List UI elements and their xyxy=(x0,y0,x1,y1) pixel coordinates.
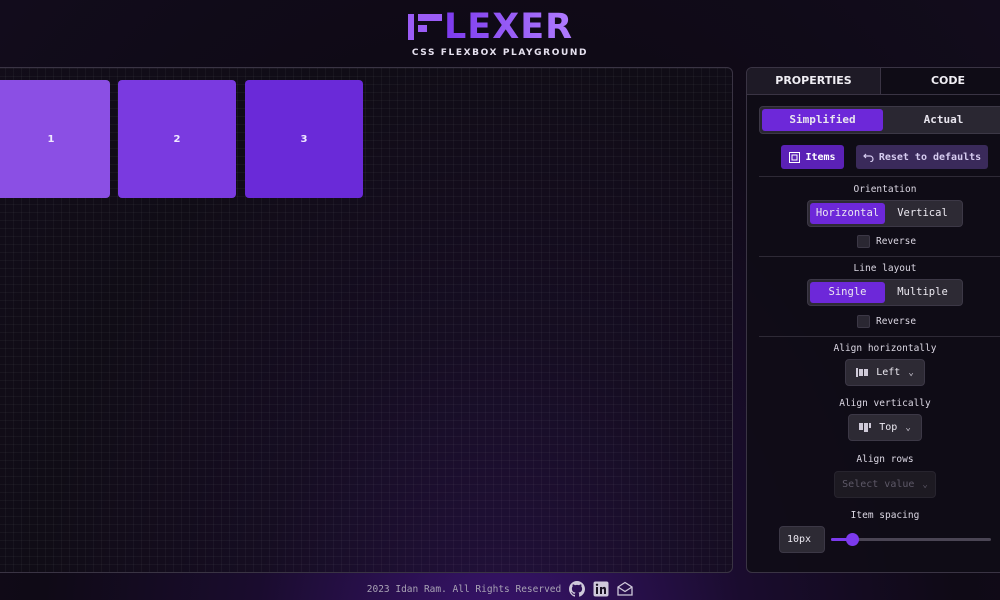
footer: 2023 Idan Ram. All Rights Reserved xyxy=(0,580,1000,598)
logo-text: LEXER xyxy=(444,7,574,47)
item-spacing-value: 10px xyxy=(787,534,812,545)
reset-defaults-label: Reset to defaults xyxy=(878,151,982,163)
tab-code[interactable]: CODE xyxy=(881,68,1000,94)
line-layout-label: Line layout xyxy=(853,263,917,274)
properties-panel: PROPERTIES CODE Simplified Actual Items … xyxy=(746,67,1000,573)
align-horizontally-select[interactable]: Left ⌄ xyxy=(845,359,925,386)
align-vertically-select[interactable]: Top ⌄ xyxy=(848,414,922,441)
items-button-label: Items xyxy=(805,151,836,163)
orientation-reverse-label: Reverse xyxy=(876,235,917,247)
align-top-icon xyxy=(859,423,872,432)
chevron-down-icon: ⌄ xyxy=(908,367,914,378)
orientation-toggle: Horizontal Vertical xyxy=(807,200,963,227)
action-row: Items Reset to defaults xyxy=(747,145,1000,169)
chevron-down-icon: ⌄ xyxy=(905,422,911,433)
app-subtitle: CSS FLEXBOX PLAYGROUND xyxy=(411,48,589,58)
square-icon xyxy=(789,151,801,163)
divider xyxy=(759,256,1000,257)
reset-defaults-button[interactable]: Reset to defaults xyxy=(856,145,988,169)
flex-item-1[interactable]: 1 xyxy=(0,80,110,198)
orientation-reverse-row: Reverse xyxy=(857,234,916,248)
align-vertically-label: Align vertically xyxy=(839,398,931,409)
item-spacing-input[interactable]: 10px xyxy=(779,526,825,553)
mode-simplified-button[interactable]: Simplified xyxy=(762,109,883,131)
flex-item-2[interactable]: 2 xyxy=(118,80,236,198)
undo-icon xyxy=(862,153,874,162)
chevron-down-icon: ⌄ xyxy=(922,479,928,490)
align-rows-select: Select value ⌄ xyxy=(834,471,936,498)
orientation-vertical-button[interactable]: Vertical xyxy=(885,203,960,224)
linkedin-icon[interactable] xyxy=(593,581,609,597)
align-vertically-value: Top xyxy=(879,422,898,433)
slider-thumb[interactable] xyxy=(845,533,859,546)
divider xyxy=(759,336,1000,337)
item-spacing-slider[interactable] xyxy=(831,533,991,546)
flex-item-label: 3 xyxy=(300,133,308,145)
mode-switch: Simplified Actual xyxy=(759,106,1000,134)
logo-mark-icon xyxy=(408,12,442,42)
align-left-icon xyxy=(856,368,869,377)
align-horizontally-value: Left xyxy=(876,367,901,378)
logo: LEXER xyxy=(408,8,592,46)
flex-preview-canvas: 1 2 3 xyxy=(0,67,733,573)
orientation-reverse-checkbox[interactable] xyxy=(857,234,870,248)
flex-item-label: 2 xyxy=(173,133,181,145)
divider xyxy=(759,176,1000,177)
orientation-label: Orientation xyxy=(853,184,917,195)
item-spacing-label: Item spacing xyxy=(850,510,920,521)
flex-item-label: 1 xyxy=(47,133,55,145)
items-button[interactable]: Items xyxy=(781,145,844,169)
line-layout-reverse-label: Reverse xyxy=(876,315,917,327)
mail-icon[interactable] xyxy=(617,581,633,597)
mode-actual-button[interactable]: Actual xyxy=(883,109,1000,131)
align-horizontally-label: Align horizontally xyxy=(833,343,937,354)
copyright-text: 2023 Idan Ram. All Rights Reserved xyxy=(366,583,562,595)
panel-tabs: PROPERTIES CODE xyxy=(747,68,1000,95)
line-layout-reverse-row: Reverse xyxy=(857,314,916,328)
orientation-horizontal-button[interactable]: Horizontal xyxy=(810,203,885,224)
flex-item-3[interactable]: 3 xyxy=(245,80,363,198)
app-header: LEXER CSS FLEXBOX PLAYGROUND xyxy=(0,0,1000,64)
align-rows-label: Align rows xyxy=(856,454,914,465)
line-layout-toggle: Single Multiple xyxy=(807,279,963,306)
align-rows-placeholder: Select value xyxy=(842,479,915,490)
line-layout-reverse-checkbox[interactable] xyxy=(857,314,870,328)
tab-properties[interactable]: PROPERTIES xyxy=(747,68,882,94)
github-icon[interactable] xyxy=(569,581,586,597)
line-layout-multiple-button[interactable]: Multiple xyxy=(885,282,960,303)
line-layout-single-button[interactable]: Single xyxy=(810,282,885,303)
